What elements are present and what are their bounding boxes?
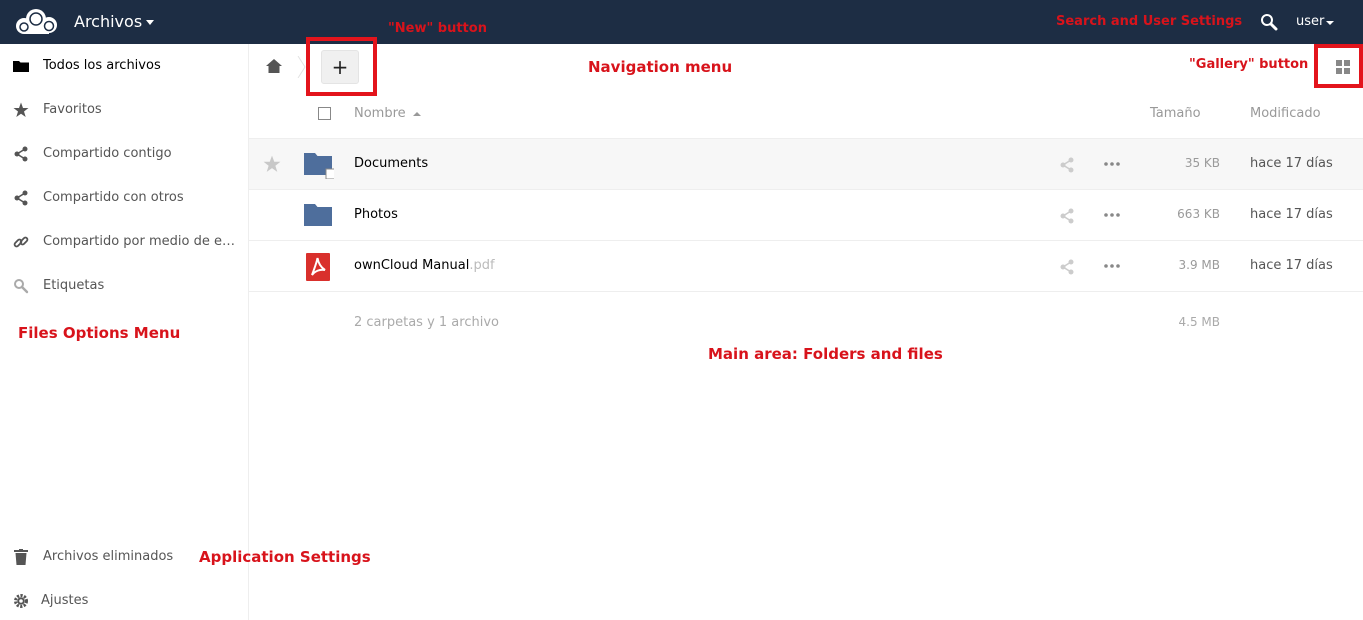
annotation-search-user-settings: Search and User Settings: [1056, 14, 1243, 29]
sidebar-item-favorites[interactable]: Favoritos: [0, 88, 248, 132]
more-options-icon[interactable]: [1103, 207, 1121, 223]
link-icon: [12, 234, 30, 250]
file-size: 663 KB: [1177, 207, 1220, 221]
share-icon: [12, 146, 30, 162]
share-icon[interactable]: [1059, 208, 1075, 224]
sidebar-item-label: Compartido con otros: [43, 190, 184, 205]
new-button-highlight: [306, 37, 377, 96]
search-icon[interactable]: [1260, 13, 1278, 31]
tag-icon: [12, 278, 30, 294]
sort-ascending-icon: [413, 112, 421, 116]
file-modified: hace 17 días: [1250, 207, 1333, 222]
chevron-down-icon[interactable]: [1326, 21, 1334, 25]
file-modified: hace 17 días: [1250, 156, 1333, 171]
annotation-gallery-button: "Gallery" button: [1189, 57, 1309, 72]
sidebar-item-tags[interactable]: Etiquetas: [0, 264, 248, 308]
file-modified: hace 17 días: [1250, 258, 1333, 273]
share-icon: [12, 190, 30, 206]
gallery-button-highlight: [1314, 44, 1363, 88]
user-menu[interactable]: user: [1296, 14, 1324, 29]
more-options-icon[interactable]: [1103, 156, 1121, 172]
pdf-icon[interactable]: [304, 253, 334, 281]
sidebar-item-settings[interactable]: Ajustes: [0, 579, 248, 620]
sidebar-item-all-files[interactable]: Todos los archivos: [0, 44, 248, 88]
breadcrumb-separator-icon: [297, 56, 306, 78]
file-size: 3.9 MB: [1178, 258, 1220, 272]
annotation-navigation-menu: Navigation menu: [588, 58, 733, 76]
file-name[interactable]: Documents: [354, 156, 428, 171]
annotation-main-area: Main area: Folders and files: [708, 345, 943, 363]
table-row[interactable]: ownCloud Manual.pdf 3.9 MB hace 17 días: [249, 240, 1363, 291]
file-name[interactable]: ownCloud Manual.pdf: [354, 258, 495, 273]
file-name[interactable]: Photos: [354, 207, 398, 222]
app-menu-title[interactable]: Archivos: [74, 12, 142, 31]
annotation-application-settings: Application Settings: [199, 548, 371, 566]
select-all-checkbox[interactable]: [318, 107, 331, 120]
table-row[interactable]: Photos 663 KB hace 17 días: [249, 189, 1363, 240]
sidebar-item-label: Ajustes: [41, 593, 89, 608]
sidebar-item-shared-with-others[interactable]: Compartido con otros: [0, 176, 248, 220]
sidebar-item-label: Etiquetas: [43, 278, 105, 293]
share-icon[interactable]: [1059, 157, 1075, 173]
annotation-files-options-menu: Files Options Menu: [18, 324, 181, 342]
column-header-modified[interactable]: Modificado: [1250, 106, 1321, 121]
chevron-down-icon[interactable]: [146, 20, 154, 25]
files-summary: 2 carpetas y 1 archivo: [354, 315, 499, 330]
annotation-new-button: "New" button: [388, 21, 487, 36]
folder-icon: [12, 58, 30, 74]
table-divider: [249, 291, 1363, 292]
files-summary-size: 4.5 MB: [1178, 315, 1220, 329]
sidebar-item-label: Compartido por medio de enlaces: [43, 234, 239, 249]
sidebar-item-shared-with-you[interactable]: Compartido contigo: [0, 132, 248, 176]
home-icon[interactable]: [265, 58, 283, 74]
gear-icon: [12, 593, 30, 609]
sidebar-item-label: Todos los archivos: [43, 58, 161, 73]
table-row[interactable]: Documents 35 KB hace 17 días: [249, 138, 1363, 189]
trash-icon: [12, 549, 30, 565]
column-header-size[interactable]: Tamaño: [1150, 106, 1201, 121]
column-header-name[interactable]: Nombre: [354, 106, 406, 121]
owncloud-logo-icon[interactable]: [10, 7, 62, 37]
star-icon[interactable]: [263, 155, 281, 173]
shared-folder-icon[interactable]: [304, 151, 334, 179]
star-icon: [12, 102, 30, 118]
more-options-icon[interactable]: [1103, 258, 1121, 274]
sidebar-item-label: Favoritos: [43, 102, 102, 117]
file-size: 35 KB: [1184, 156, 1220, 170]
sidebar-item-label: Compartido contigo: [43, 146, 172, 161]
share-icon[interactable]: [1059, 259, 1075, 275]
sidebar-item-shared-by-link[interactable]: Compartido por medio de enlaces: [0, 220, 248, 264]
folder-icon[interactable]: [304, 202, 334, 230]
